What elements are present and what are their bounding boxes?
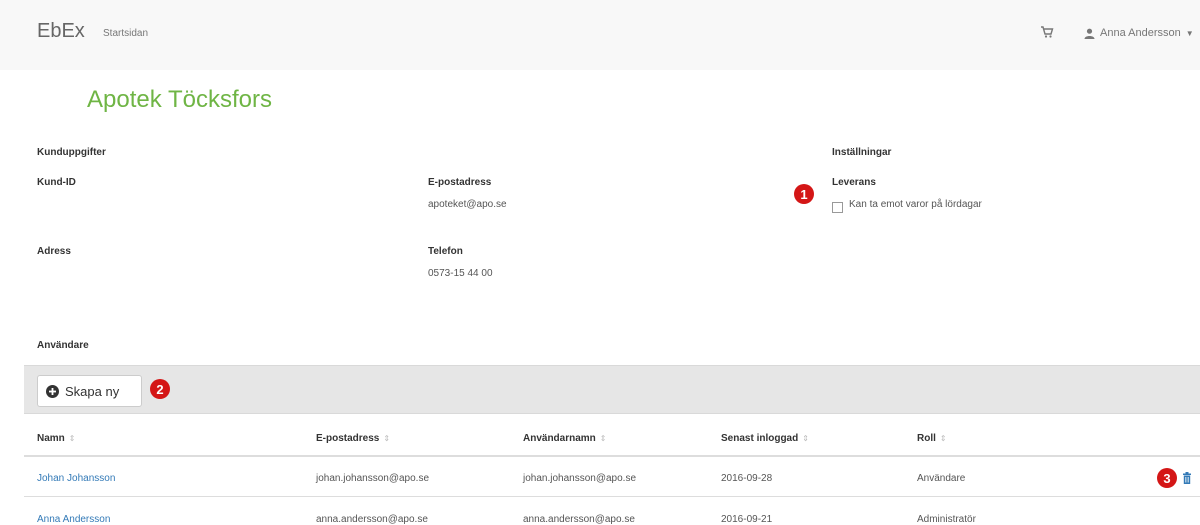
users-section-title: Användare: [37, 340, 89, 351]
saturday-delivery-checkbox[interactable]: [832, 202, 843, 213]
user-role: Användare: [917, 473, 966, 484]
user-username: anna.andersson@apo.se: [523, 514, 635, 525]
column-header-name[interactable]: Namn ⇕: [37, 433, 76, 444]
email-label: E-postadress: [428, 177, 492, 188]
page-title: Apotek Töcksfors: [87, 86, 272, 113]
phone-value: 0573-15 44 00: [428, 268, 493, 279]
address-label: Adress: [37, 246, 71, 257]
user-name-link[interactable]: Anna Andersson: [37, 514, 110, 525]
phone-label: Telefon: [428, 246, 463, 257]
user-username: johan.johansson@apo.se: [523, 473, 637, 484]
sort-icon: ⇕: [599, 434, 607, 443]
email-value: apoteket@apo.se: [428, 199, 507, 210]
user-last-login: 2016-09-21: [721, 514, 773, 525]
sort-icon: ⇕: [383, 434, 391, 443]
plus-circle-icon: [46, 384, 59, 398]
trash-icon[interactable]: [1182, 472, 1192, 484]
user-name-link[interactable]: Johan Johansson: [37, 473, 115, 484]
annotation-badge-1: 1: [794, 184, 814, 204]
user-role: Administratör: [917, 514, 976, 525]
user-menu[interactable]: Anna Andersson ▼: [1084, 27, 1194, 39]
saturday-delivery-label: Kan ta emot varor på lördagar: [849, 199, 982, 210]
sort-icon: ⇕: [939, 434, 947, 443]
navbar: EbEx Startsidan Anna Andersson ▼: [0, 0, 1200, 70]
create-user-button[interactable]: Skapa ny: [37, 375, 142, 407]
settings-section-title: Inställningar: [832, 147, 892, 158]
nav-link-home[interactable]: Startsidan: [103, 28, 148, 39]
create-user-label: Skapa ny: [65, 383, 120, 399]
annotation-badge-3: 3: [1157, 468, 1177, 488]
table-header-divider: [24, 455, 1200, 457]
column-header-username[interactable]: Användarnamn ⇕: [523, 433, 607, 444]
cart-icon[interactable]: [1040, 25, 1054, 39]
brand-logo[interactable]: EbEx: [37, 20, 85, 43]
caret-down-icon: ▼: [1185, 28, 1194, 38]
column-header-email[interactable]: E-postadress ⇕: [316, 433, 390, 444]
user-icon: [1084, 28, 1095, 39]
customer-section-title: Kunduppgifter: [37, 147, 106, 158]
customer-id-label: Kund-ID: [37, 177, 76, 188]
annotation-badge-2: 2: [150, 379, 170, 399]
user-email: anna.andersson@apo.se: [316, 514, 428, 525]
column-header-last-login[interactable]: Senast inloggad ⇕: [721, 433, 809, 444]
user-email: johan.johansson@apo.se: [316, 473, 430, 484]
table-row-divider: [24, 496, 1200, 497]
user-name: Anna Andersson: [1100, 27, 1181, 39]
column-header-role[interactable]: Roll ⇕: [917, 433, 947, 444]
delivery-label: Leverans: [832, 177, 876, 188]
sort-icon: ⇕: [802, 434, 809, 443]
user-last-login: 2016-09-28: [721, 473, 773, 484]
users-toolbar: [24, 365, 1200, 414]
sort-icon: ⇕: [68, 434, 76, 443]
